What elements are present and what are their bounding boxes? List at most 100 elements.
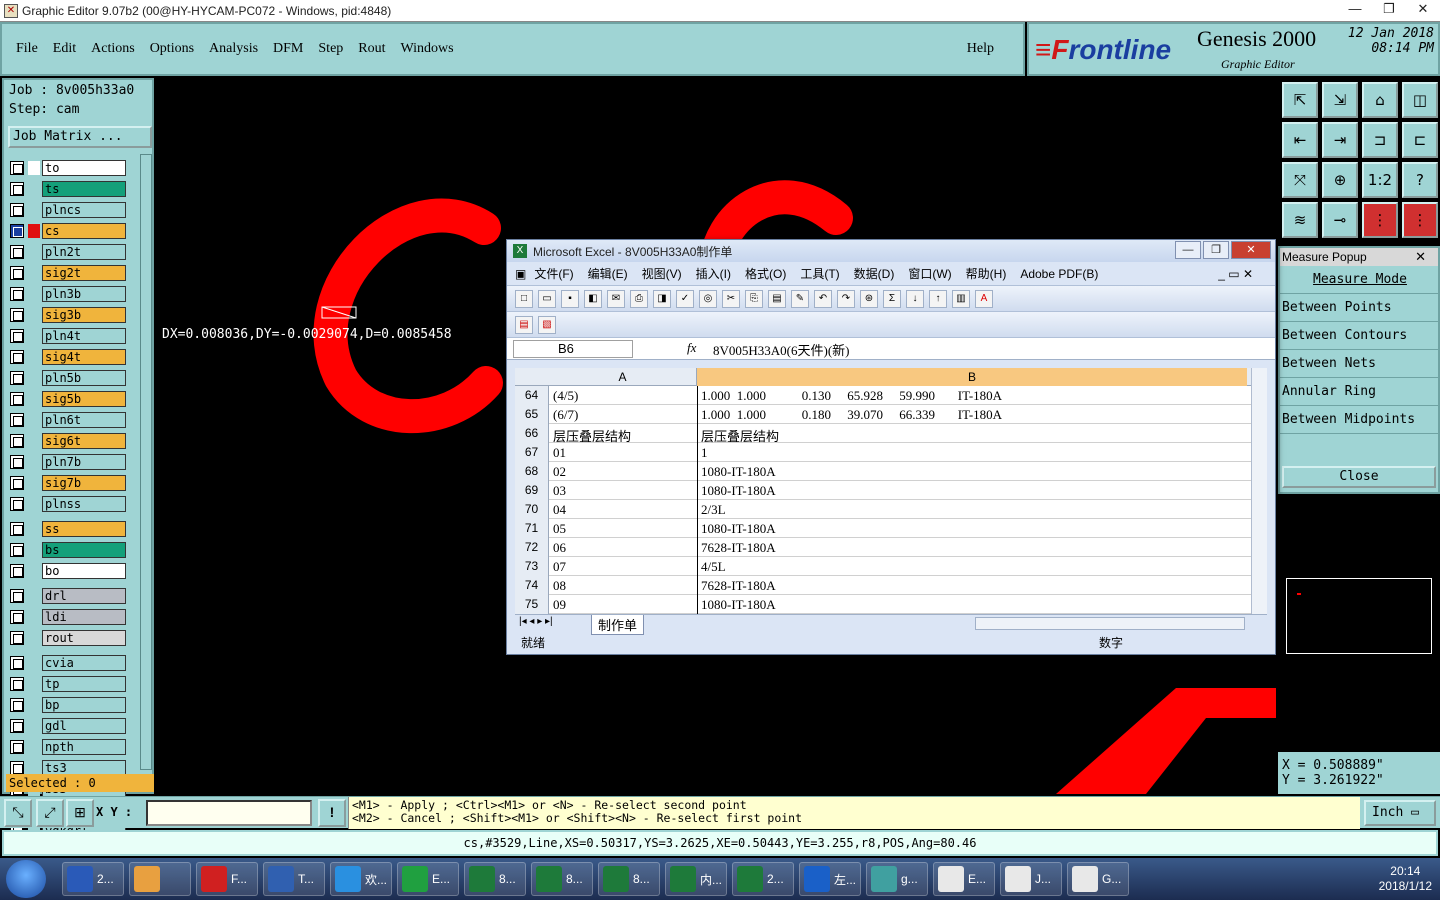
row-header[interactable]: 70 xyxy=(515,500,549,519)
layer-scrollbar[interactable] xyxy=(140,154,152,770)
formula-input[interactable]: 8V005H33A0(6天件)(新) xyxy=(713,340,849,359)
excel-menu-view[interactable]: 视图(V) xyxy=(642,265,682,282)
pdf-convert-icon[interactable]: ▤ xyxy=(515,315,533,334)
layer-name[interactable]: npth xyxy=(42,739,126,755)
layer-row-bs[interactable]: bs xyxy=(8,542,128,558)
cell-b[interactable]: 1.000 1.000 0.130 65.928 59.990 IT-180A xyxy=(701,388,1002,404)
measure-close-button[interactable]: Close xyxy=(1282,466,1436,488)
preview-icon[interactable]: ◨ xyxy=(653,289,671,308)
layer-checkbox[interactable] xyxy=(10,677,24,691)
mirror-icon[interactable]: ⊏ xyxy=(1402,122,1438,158)
layer-checkbox[interactable] xyxy=(10,631,24,645)
layer-name[interactable]: gdl xyxy=(42,718,126,734)
maximize-button[interactable]: ❐ xyxy=(1372,0,1406,20)
menu-options[interactable]: Options xyxy=(150,41,194,57)
layer-checkbox[interactable] xyxy=(10,698,24,712)
layer-checkbox[interactable] xyxy=(10,522,24,536)
format-painter-icon[interactable]: ✎ xyxy=(791,289,809,308)
layer-row-bp[interactable]: bp xyxy=(8,697,128,713)
new-icon[interactable]: □ xyxy=(515,289,533,308)
autosum-icon[interactable]: Σ xyxy=(883,289,901,308)
cell-a[interactable]: 09 xyxy=(553,597,566,613)
layer-name[interactable]: sig6t xyxy=(42,433,126,449)
layer-name[interactable]: to xyxy=(42,160,126,176)
taskbar-item[interactable] xyxy=(129,862,191,896)
pan-left-icon[interactable]: ⇤ xyxy=(1282,122,1318,158)
layer-row-ldi[interactable]: ldi xyxy=(8,609,128,625)
layer-checkbox[interactable] xyxy=(10,656,24,670)
layer-row-drl[interactable]: drl xyxy=(8,588,128,604)
layer-name[interactable]: pln3b xyxy=(42,286,126,302)
taskbar-item[interactable]: 8... xyxy=(464,862,526,896)
layer-checkbox[interactable] xyxy=(10,287,24,301)
layer-name[interactable]: cs xyxy=(42,223,126,239)
taskbar-item[interactable]: J... xyxy=(1000,862,1062,896)
copy-icon[interactable]: ⎘ xyxy=(745,289,763,308)
layer-name[interactable]: drl xyxy=(42,588,126,604)
font-color-icon[interactable]: A xyxy=(975,289,993,308)
layer-checkbox[interactable] xyxy=(10,392,24,406)
measure-icon[interactable]: ⊸ xyxy=(1322,202,1358,238)
cell-b[interactable]: 7628-IT-180A xyxy=(701,578,776,594)
zoom-in-icon[interactable]: ⇲ xyxy=(1322,82,1358,118)
taskbar-item[interactable]: 2... xyxy=(62,862,124,896)
email-icon[interactable]: ✉ xyxy=(607,289,625,308)
layer-name[interactable]: tp xyxy=(42,676,126,692)
cell-b[interactable]: 7628-IT-180A xyxy=(701,540,776,556)
row-header[interactable]: 72 xyxy=(515,538,549,557)
menu-windows[interactable]: Windows xyxy=(401,41,454,57)
layer-row-plncs[interactable]: plncs xyxy=(8,202,128,218)
menu-analysis[interactable]: Analysis xyxy=(209,41,258,57)
spreadsheet-grid[interactable]: A B 64 (4/5) 1.000 1.000 0.130 65.928 59.9… xyxy=(515,368,1267,614)
layer-row-pln7b[interactable]: pln7b xyxy=(8,454,128,470)
layer-checkbox[interactable] xyxy=(10,203,24,217)
cell-a[interactable]: 04 xyxy=(553,502,566,518)
center-icon[interactable]: ⊕ xyxy=(1322,162,1358,198)
scale-1-2-icon[interactable]: 1:2 xyxy=(1362,162,1398,198)
row-header[interactable]: 69 xyxy=(515,481,549,500)
layer-checkbox[interactable] xyxy=(10,182,24,196)
flip-icon[interactable]: ⊐ xyxy=(1362,122,1398,158)
cell-a[interactable]: 05 xyxy=(553,521,566,537)
cell-b[interactable]: 1 xyxy=(701,445,708,461)
zoom-window-icon[interactable]: ⤡ xyxy=(4,799,32,827)
menu-file[interactable]: File xyxy=(16,41,38,57)
zoom-window-icon[interactable]: ◫ xyxy=(1402,82,1438,118)
xy-input[interactable] xyxy=(146,800,312,826)
close-button[interactable]: ✕ xyxy=(1406,0,1440,20)
zoom-fit-icon[interactable]: ⌂ xyxy=(1362,82,1398,118)
save-icon[interactable]: ▪ xyxy=(561,289,579,308)
row-header[interactable]: 71 xyxy=(515,519,549,538)
layer-row-rout[interactable]: rout xyxy=(8,630,128,646)
row-header[interactable]: 74 xyxy=(515,576,549,595)
layer-checkbox[interactable] xyxy=(10,434,24,448)
menu-rout[interactable]: Rout xyxy=(358,41,385,57)
excel-menu-data[interactable]: 数据(D) xyxy=(854,265,895,282)
taskbar-item[interactable]: F... xyxy=(196,862,258,896)
layer-name[interactable]: pln6t xyxy=(42,412,126,428)
excel-menu-file[interactable]: 文件(F) xyxy=(534,265,573,282)
fx-icon[interactable]: fx xyxy=(687,340,696,356)
layer-name[interactable]: bp xyxy=(42,697,126,713)
layer-row-sig4t[interactable]: sig4t xyxy=(8,349,128,365)
layer-row-sig3b[interactable]: sig3b xyxy=(8,307,128,323)
minimize-button[interactable]: — xyxy=(1338,0,1372,20)
layer-row-pln2t[interactable]: pln2t xyxy=(8,244,128,260)
taskbar-item[interactable]: 左... xyxy=(799,862,861,896)
help-icon[interactable]: ? xyxy=(1402,162,1438,198)
cell-a[interactable]: (4/5) xyxy=(553,388,578,404)
sheet-vertical-scrollbar[interactable] xyxy=(1251,368,1267,614)
job-matrix-button[interactable]: Job Matrix ... xyxy=(8,126,152,148)
cell-a[interactable]: 08 xyxy=(553,578,566,594)
layer-name[interactable]: ldi xyxy=(42,609,126,625)
layer-up-icon[interactable]: ⋮ xyxy=(1362,202,1398,238)
measure-between-midpoints[interactable]: Between Midpoints xyxy=(1280,406,1438,434)
layer-checkbox[interactable] xyxy=(10,589,24,603)
sort-asc-icon[interactable]: ↓ xyxy=(906,289,924,308)
layer-name[interactable]: sig4t xyxy=(42,349,126,365)
cell-a[interactable]: 06 xyxy=(553,540,566,556)
cell-a[interactable]: 01 xyxy=(553,445,566,461)
cell-a[interactable]: 02 xyxy=(553,464,566,480)
snap-icon[interactable]: ≋ xyxy=(1282,202,1318,238)
taskbar-item[interactable]: g... xyxy=(866,862,928,896)
